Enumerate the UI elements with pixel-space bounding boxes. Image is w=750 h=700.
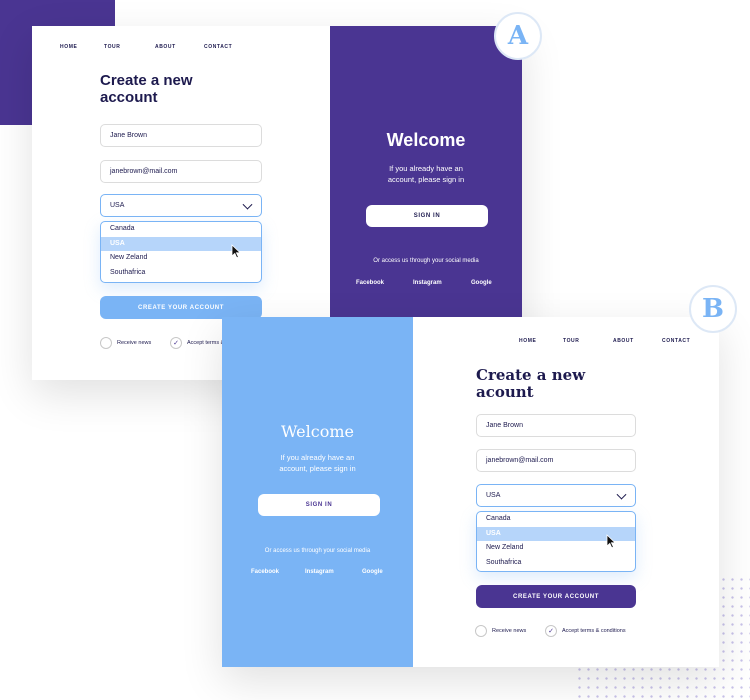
a-create-account-button[interactable]: CREATE YOUR ACCOUNT <box>100 296 262 319</box>
chevron-down-icon <box>616 489 627 500</box>
b-option-southafrica[interactable]: Southafrica <box>477 556 635 571</box>
a-country-select[interactable]: USA <box>100 194 262 217</box>
a-email-field[interactable]: janebrown@mail.com <box>100 160 262 183</box>
b-welcome-line1: If you already have an <box>280 453 355 462</box>
mouse-cursor-icon <box>606 534 616 549</box>
b-nav-about[interactable]: ABOUT <box>613 338 634 344</box>
a-country-value: USA <box>110 202 125 209</box>
a-nav-tour[interactable]: TOUR <box>104 44 120 50</box>
b-nav-tour[interactable]: TOUR <box>563 338 579 344</box>
a-welcome-line1: If you already have an <box>389 164 463 173</box>
b-welcome-text: If you already have an account, please s… <box>222 452 413 474</box>
a-sign-in-button[interactable]: SIGN IN <box>366 205 488 227</box>
a-instagram-link[interactable]: Instagram <box>413 280 442 286</box>
b-title-line2: acount <box>476 383 534 401</box>
b-welcome-line2: account, please sign in <box>279 464 356 473</box>
b-create-account-button[interactable]: CREATE YOUR ACCOUNT <box>476 585 636 608</box>
b-sign-in-button[interactable]: SIGN IN <box>258 494 380 516</box>
a-nav-home[interactable]: HOME <box>60 44 77 50</box>
checkbox-empty-icon <box>475 625 487 637</box>
a-facebook-link[interactable]: Facebook <box>356 280 384 286</box>
a-email-value: janebrown@mail.com <box>110 168 178 175</box>
a-social-prompt: Or access us through your social media <box>373 258 479 264</box>
variant-a-badge: A <box>494 12 542 60</box>
a-page-title: Create a new account <box>100 72 260 106</box>
b-social-prompt: Or access us through your social media <box>264 548 371 554</box>
variant-b-badge: B <box>689 285 737 333</box>
a-option-canada[interactable]: Canada <box>101 222 261 237</box>
a-title-line2: account <box>100 89 158 106</box>
a-google-link[interactable]: Google <box>471 280 492 286</box>
a-nav-about[interactable]: ABOUT <box>155 44 176 50</box>
b-title-line1: Create a new <box>476 366 586 384</box>
b-country-select[interactable]: USA <box>476 484 636 507</box>
b-name-field[interactable]: Jane Brown <box>476 414 636 437</box>
b-welcome-panel <box>222 317 413 667</box>
a-welcome-title: Welcome <box>386 130 466 150</box>
checkmark-icon: ✓ <box>545 625 557 637</box>
checkbox-empty-icon <box>100 337 112 349</box>
b-nav-home[interactable]: HOME <box>519 338 536 344</box>
b-email-field[interactable]: janebrown@mail.com <box>476 449 636 472</box>
b-page-title: Create a new acount <box>476 367 636 401</box>
b-name-value: Jane Brown <box>486 422 523 429</box>
a-option-southafrica[interactable]: Southafrica <box>101 266 261 281</box>
a-accept-terms-label: Accept terms & conditions <box>187 340 222 346</box>
checkmark-icon: ✓ <box>170 337 182 349</box>
mouse-cursor-icon <box>231 244 241 259</box>
a-receive-news-label: Receive news <box>117 340 152 346</box>
b-accept-terms-checkbox[interactable]: ✓ Accept terms & conditions <box>545 625 626 637</box>
a-name-value: Jane Brown <box>110 132 147 139</box>
chevron-down-icon <box>242 199 253 210</box>
b-google-link[interactable]: Google <box>362 569 383 575</box>
a-welcome-line2: account, please sign in <box>387 175 465 184</box>
b-receive-news-checkbox[interactable]: Receive news <box>475 625 526 637</box>
a-title-line1: Create a new <box>100 72 193 89</box>
b-country-value: USA <box>486 492 501 499</box>
b-nav-contact[interactable]: CONTACT <box>662 338 690 344</box>
b-receive-news-label: Receive news <box>492 628 527 634</box>
b-option-canada[interactable]: Canada <box>477 512 635 527</box>
a-accept-terms-checkbox[interactable]: ✓ Accept terms & conditions <box>170 337 222 349</box>
b-email-value: janebrown@mail.com <box>486 457 554 464</box>
a-name-field[interactable]: Jane Brown <box>100 124 262 147</box>
a-welcome-text: If you already have an account, please s… <box>330 163 522 185</box>
b-facebook-link[interactable]: Facebook <box>251 569 279 575</box>
b-instagram-link[interactable]: Instagram <box>305 569 334 575</box>
a-nav-contact[interactable]: CONTACT <box>204 44 232 50</box>
b-welcome-title: Welcome <box>281 422 354 441</box>
a-receive-news-checkbox[interactable]: Receive news <box>100 337 151 349</box>
b-accept-terms-label: Accept terms & conditions <box>562 628 626 634</box>
